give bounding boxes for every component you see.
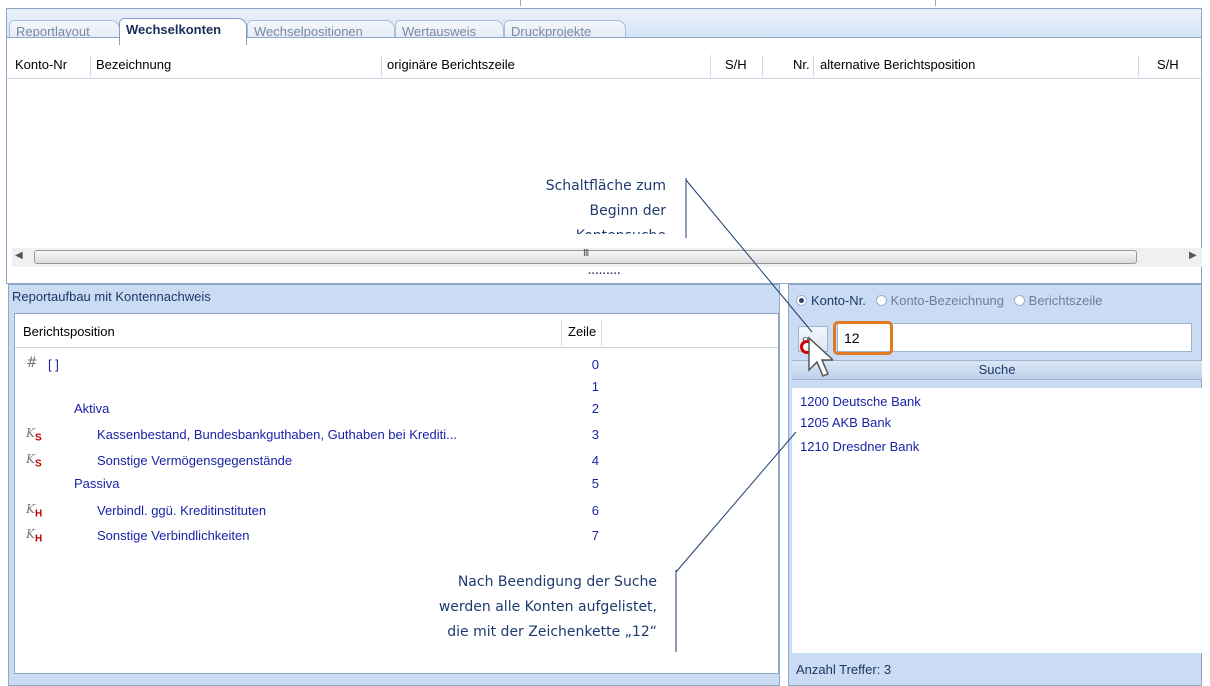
konto-soll-icon: KS bbox=[26, 452, 42, 470]
col-separator[interactable] bbox=[1138, 55, 1139, 77]
wechselkonten-grid[interactable]: Konto-Nr Bezeichnung originäre Berichtsz… bbox=[6, 37, 1202, 284]
col-separator[interactable] bbox=[762, 55, 763, 77]
row-label: Aktiva bbox=[74, 401, 110, 416]
search-mode-group: Konto-Nr. Konto-Bezeichnung Berichtszeil… bbox=[796, 293, 1102, 313]
tree-row[interactable]: Aktiva 2 bbox=[15, 399, 615, 420]
col-sh-2[interactable]: S/H bbox=[1157, 57, 1179, 72]
row-line: 7 bbox=[591, 528, 599, 543]
tree-row[interactable]: KS Kassenbestand, Bundesbankguthaben, Gu… bbox=[15, 425, 615, 446]
search-results-list[interactable]: 1200 Deutsche Bank 1205 AKB Bank 1210 Dr… bbox=[792, 388, 1202, 653]
row-line: 2 bbox=[591, 401, 599, 416]
col-alternative-berichtsposition[interactable]: alternative Berichtsposition bbox=[820, 57, 975, 72]
result-item[interactable]: 1210 Dresdner Bank bbox=[800, 439, 919, 454]
strip-tick bbox=[520, 0, 521, 6]
row-line: 5 bbox=[591, 476, 599, 491]
col-zeile[interactable]: Zeile bbox=[568, 324, 596, 339]
row-line: 1 bbox=[591, 379, 599, 394]
annotation-line: die mit der Zeichenkette „12“ bbox=[447, 624, 657, 640]
radio-berichtszeile[interactable]: Berichtszeile bbox=[1013, 293, 1102, 308]
col-bezeichnung[interactable]: Bezeichnung bbox=[96, 57, 171, 72]
annotation-line: Kontensuche bbox=[576, 224, 666, 234]
konto-soll-icon: KS bbox=[26, 426, 42, 444]
top-strip bbox=[0, 0, 1210, 8]
row-line: 4 bbox=[591, 453, 599, 468]
tree-row[interactable]: KH Verbindl. ggü. Kreditinstituten 6 bbox=[15, 501, 615, 522]
row-label: Passiva bbox=[74, 476, 120, 491]
col-berichtsposition[interactable]: Berichtsposition bbox=[23, 324, 115, 339]
tree-row[interactable]: 1 bbox=[15, 377, 615, 398]
result-item[interactable]: 1205 AKB Bank bbox=[800, 415, 891, 430]
konto-haben-icon: KH bbox=[26, 502, 43, 520]
tree-row[interactable]: # [ ] 0 bbox=[15, 355, 615, 376]
col-separator[interactable] bbox=[561, 320, 562, 346]
report-tree-header: Berichtsposition Zeile bbox=[15, 314, 778, 348]
tree-row[interactable]: KH Sonstige Verbindlichkeiten 7 bbox=[15, 526, 615, 547]
row-label: [ ] bbox=[48, 357, 59, 372]
row-line: 6 bbox=[591, 503, 599, 518]
grid-header: Konto-Nr Bezeichnung originäre Berichtsz… bbox=[7, 50, 1201, 79]
col-originaere-berichtszeile[interactable]: originäre Berichtszeile bbox=[387, 57, 515, 72]
annotation-line: Schaltfläche zum bbox=[545, 178, 666, 194]
radio-konto-bezeichnung[interactable]: Konto-Bezeichnung bbox=[875, 293, 1004, 308]
col-separator[interactable] bbox=[381, 55, 382, 77]
report-panel-title: Reportaufbau mit Kontennachweis bbox=[12, 289, 211, 304]
annotation-line: Nach Beendigung der Suche bbox=[457, 574, 657, 590]
search-input[interactable] bbox=[837, 323, 1192, 352]
radio-dot bbox=[875, 295, 887, 306]
row-line: 0 bbox=[591, 357, 599, 372]
hash-icon: # bbox=[26, 355, 38, 371]
horizontal-scrollbar[interactable]: ◀ III ▶ bbox=[12, 248, 1202, 267]
annotation-search-button: Schaltfläche zum Beginn der Kontensuche bbox=[480, 172, 680, 234]
konto-haben-icon: KH bbox=[26, 527, 43, 545]
hit-count: Anzahl Treffer: 3 bbox=[796, 662, 892, 677]
col-separator[interactable] bbox=[813, 55, 814, 77]
strip-tick bbox=[935, 0, 936, 6]
col-separator[interactable] bbox=[90, 55, 91, 77]
scroll-grip: III bbox=[583, 248, 589, 259]
col-konto-nr[interactable]: Konto-Nr bbox=[15, 57, 67, 72]
annotation-line: Beginn der bbox=[589, 203, 666, 219]
row-line: 3 bbox=[591, 427, 599, 442]
scroll-left-icon[interactable]: ◀ bbox=[15, 250, 23, 261]
row-label: Verbindl. ggü. Kreditinstituten bbox=[97, 503, 267, 518]
col-nr[interactable]: Nr. bbox=[793, 57, 810, 72]
splitter-grip-icon[interactable]: ········· bbox=[588, 269, 621, 280]
mouse-pointer-icon bbox=[808, 336, 833, 377]
scroll-right-icon[interactable]: ▶ bbox=[1189, 250, 1197, 261]
annotation-line: werden alle Konten aufgelistet, bbox=[438, 599, 657, 615]
radio-dot bbox=[796, 295, 807, 306]
radio-dot bbox=[1013, 295, 1025, 306]
tab-bar: Reportlayout Wechselkonten Wechselpositi… bbox=[6, 8, 1202, 45]
radio-konto-nr[interactable]: Konto-Nr. bbox=[796, 293, 866, 308]
row-label: Sonstige Verbindlichkeiten bbox=[97, 528, 250, 543]
tree-row[interactable]: KS Sonstige Vermögensgegenstände 4 bbox=[15, 451, 615, 472]
col-separator[interactable] bbox=[710, 55, 711, 77]
tab-wechselkonten[interactable]: Wechselkonten bbox=[119, 18, 247, 45]
report-tree[interactable]: Berichtsposition Zeile # [ ] 0 1 Aktiva … bbox=[14, 313, 779, 674]
row-label: Kassenbestand, Bundesbankguthaben, Gutha… bbox=[97, 427, 457, 442]
search-button[interactable]: Suche bbox=[792, 360, 1202, 380]
tree-row[interactable]: Passiva 5 bbox=[15, 474, 615, 495]
col-separator[interactable] bbox=[601, 320, 602, 346]
result-item[interactable]: 1200 Deutsche Bank bbox=[800, 394, 921, 409]
row-label: Sonstige Vermögensgegenstände bbox=[97, 453, 293, 468]
col-sh-1[interactable]: S/H bbox=[725, 57, 747, 72]
scroll-thumb[interactable]: III bbox=[34, 248, 1137, 264]
